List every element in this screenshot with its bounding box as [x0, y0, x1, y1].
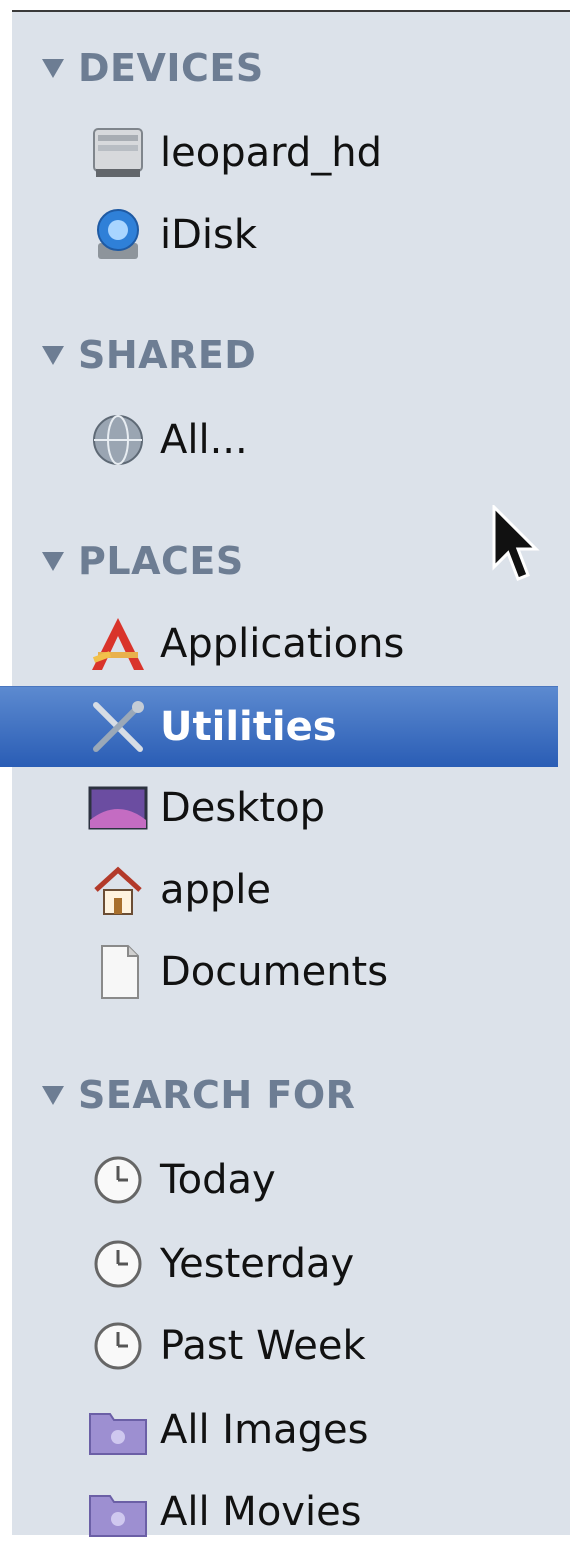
- disclosure-triangle-icon[interactable]: [42, 1085, 64, 1105]
- section-header-shared[interactable]: SHARED: [42, 320, 256, 390]
- documents-icon: [88, 942, 148, 1002]
- smart-folder-icon: [88, 1482, 148, 1542]
- sidebar-item-desktop[interactable]: Desktop: [0, 768, 558, 848]
- sidebar-item-leopard-hd[interactable]: leopard_hd: [0, 113, 558, 193]
- clock-icon: [88, 1316, 148, 1376]
- disclosure-triangle-icon[interactable]: [42, 58, 64, 78]
- disclosure-triangle-icon[interactable]: [42, 345, 64, 365]
- sidebar-item-all-movies[interactable]: All Movies: [0, 1472, 558, 1552]
- home-icon: [88, 860, 148, 920]
- smart-folder-icon: [88, 1400, 148, 1460]
- idisk-icon: [88, 205, 148, 265]
- clock-icon: [88, 1150, 148, 1210]
- sidebar-item-all-shared[interactable]: All...: [0, 400, 558, 480]
- disclosure-triangle-icon[interactable]: [42, 551, 64, 571]
- sidebar-item-yesterday[interactable]: Yesterday: [0, 1224, 558, 1304]
- sidebar-item-past-week[interactable]: Past Week: [0, 1306, 558, 1386]
- mouse-cursor-icon: [490, 503, 540, 587]
- sidebar-item-documents[interactable]: Documents: [0, 932, 558, 1012]
- section-header-devices[interactable]: DEVICES: [42, 33, 264, 103]
- sidebar-item-today[interactable]: Today: [0, 1140, 558, 1220]
- sidebar-item-idisk[interactable]: iDisk: [0, 195, 558, 275]
- section-header-search-for[interactable]: SEARCH FOR: [42, 1060, 355, 1130]
- applications-icon: [88, 614, 148, 674]
- network-globe-icon: [88, 410, 148, 470]
- sidebar-item-all-images[interactable]: All Images: [0, 1390, 558, 1470]
- desktop-icon: [88, 778, 148, 838]
- sidebar-item-applications[interactable]: Applications: [0, 604, 558, 684]
- section-header-places[interactable]: PLACES: [42, 526, 244, 596]
- sidebar-item-apple[interactable]: apple: [0, 850, 558, 930]
- hard-drive-icon: [88, 123, 148, 183]
- clock-icon: [88, 1234, 148, 1294]
- sidebar-item-utilities[interactable]: Utilities: [0, 686, 558, 767]
- utilities-icon: [88, 697, 148, 757]
